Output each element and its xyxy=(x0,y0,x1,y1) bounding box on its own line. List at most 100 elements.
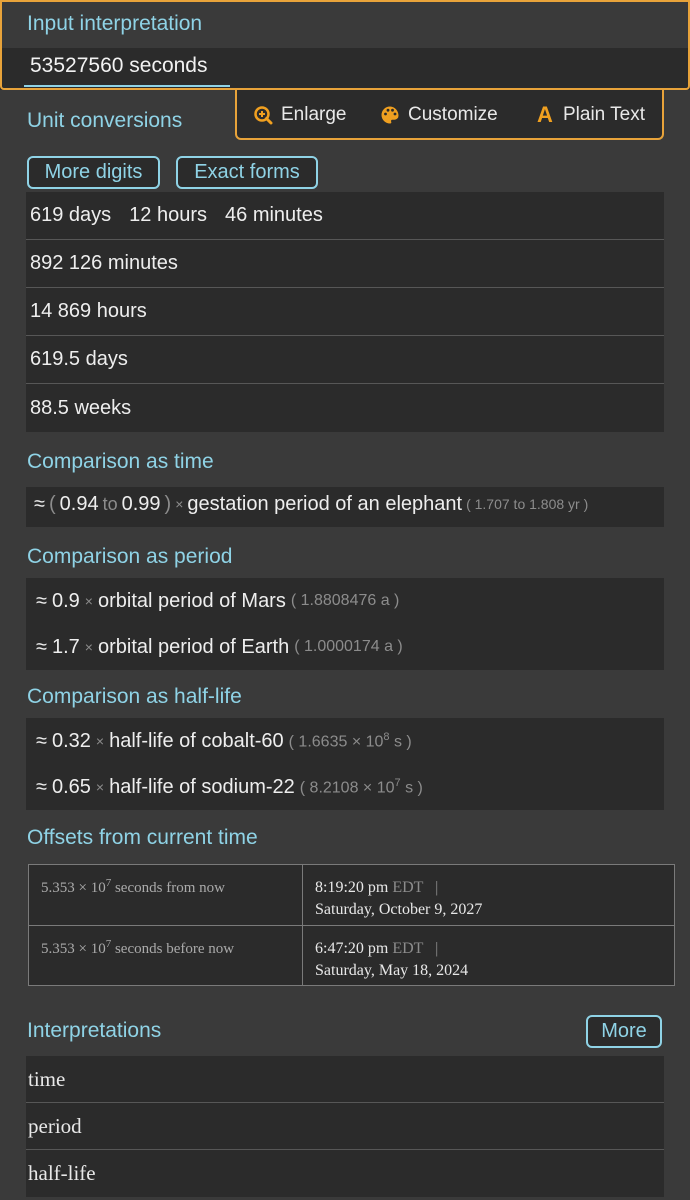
unit-conversions-chip-row: More digits Exact forms xyxy=(0,150,690,198)
unit-conversion-row: 619 days 12 hours 46 minutes xyxy=(26,192,664,240)
comparison-halflife-header: Comparison as half-life xyxy=(0,674,690,724)
comparison-halflife-title: Comparison as half-life xyxy=(27,685,242,708)
unit-conversions-title: Unit conversions xyxy=(27,109,183,132)
interpretations-more-button[interactable]: More xyxy=(586,1015,662,1048)
comparison-label: gestation period of an elephant xyxy=(187,492,463,515)
enlarge-label: Enlarge xyxy=(281,104,347,125)
times-symbol: × xyxy=(95,779,105,795)
to-word: to xyxy=(102,493,118,514)
comparison-low: 0.94 xyxy=(59,492,99,515)
input-interpretation-row: 53527560 seconds xyxy=(0,48,690,90)
comparison-period-list: ≈ 0.9 × orbital period of Mars ( 1.88084… xyxy=(0,578,690,674)
conversion-minutes: 46 minutes xyxy=(225,204,323,226)
unit-conversions-list-inner: 619 days 12 hours 46 minutes 892 126 min… xyxy=(26,192,664,432)
offset-suffix: seconds from now xyxy=(111,880,225,896)
input-value[interactable]: 53527560 seconds xyxy=(30,54,208,78)
unit-conversions-list: 619 days 12 hours 46 minutes 892 126 min… xyxy=(0,192,690,437)
conversion-hours: 12 hours xyxy=(129,204,208,226)
customize-button[interactable]: Customize xyxy=(380,104,498,126)
comparison-time-list: ≈ ( 0.94 to 0.99 ) × gestation period of… xyxy=(0,487,690,534)
plain-text-button[interactable]: A Plain Text xyxy=(535,102,646,127)
comparison-period-list-inner: ≈ 0.9 × orbital period of Mars ( 1.88084… xyxy=(26,578,664,670)
comparison-range: ( 1.707 to 1.808 yr ) xyxy=(466,496,589,512)
more-digits-label: More digits xyxy=(44,161,143,183)
interpretation-label: period xyxy=(28,1113,82,1138)
interpretations-list-inner: time period half-life xyxy=(26,1056,664,1197)
approx-symbol: ≈ xyxy=(36,729,47,752)
times-symbol: × xyxy=(175,496,184,512)
offset-amount: 5.353 × 107 seconds from now xyxy=(41,877,225,897)
comparison-factor: 1.7 xyxy=(51,635,80,658)
offset-result: 6:47:20 pm EDT | Saturday, May 18, 2024 xyxy=(315,938,468,982)
unit-conversion-row: 88.5 weeks xyxy=(26,384,664,432)
interpretation-item-half-life[interactable]: half-life xyxy=(26,1150,664,1197)
open-paren: ( xyxy=(48,492,56,515)
offset-time: 6:47:20 pm xyxy=(315,940,389,957)
offset-row: 5.353 × 107 seconds from now 8:19:20 pm … xyxy=(29,865,674,925)
times-symbol: × xyxy=(84,593,93,609)
comparison-time-title: Comparison as time xyxy=(27,450,214,473)
comparison-detail: ( 1.8808476 a ) xyxy=(290,592,400,609)
comparison-period-title: Comparison as period xyxy=(27,545,233,568)
conversion-value: 14 869 hours xyxy=(30,300,147,322)
input-interpretation-pod: Input interpretation 53527560 seconds xyxy=(0,0,690,90)
exact-forms-label: Exact forms xyxy=(194,161,300,183)
offset-separator: | xyxy=(435,940,439,957)
interpretation-item-period[interactable]: period xyxy=(26,1103,664,1150)
exact-forms-button[interactable]: Exact forms xyxy=(176,156,318,189)
times-symbol: × xyxy=(95,733,105,749)
plain-text-label: Plain Text xyxy=(563,104,646,125)
offsets-title: Offsets from current time xyxy=(27,826,258,849)
offset-date: Saturday, May 18, 2024 xyxy=(315,962,469,979)
input-interpretation-header: Input interpretation xyxy=(0,0,690,48)
comparison-period-header: Comparison as period xyxy=(0,534,690,584)
comparison-high: 0.99 xyxy=(121,492,161,515)
offset-time: 8:19:20 pm xyxy=(315,879,389,896)
comparison-label: half-life of cobalt-60 xyxy=(109,729,284,752)
comparison-label: orbital period of Mars xyxy=(97,589,286,612)
offset-separator: | xyxy=(435,879,439,896)
comparison-label: half-life of sodium-22 xyxy=(109,775,295,798)
approx-symbol: ≈ xyxy=(36,635,47,658)
detail-unit: s ) xyxy=(389,733,412,751)
plain-text-icon: A xyxy=(537,102,553,127)
detail-unit: s ) xyxy=(400,779,423,797)
offset-timezone: EDT xyxy=(392,940,424,957)
comparison-time-list-inner: ≈ ( 0.94 to 0.99 ) × gestation period of… xyxy=(26,487,664,527)
offset-mantissa: 5.353 × 10 xyxy=(41,880,106,896)
comparison-factor: 0.65 xyxy=(51,775,91,798)
more-label: More xyxy=(601,1020,647,1042)
approx-symbol: ≈ xyxy=(34,492,45,515)
offset-timezone: EDT xyxy=(392,879,424,896)
more-digits-button[interactable]: More digits xyxy=(27,156,160,189)
detail-mantissa: ( 1.6635 × 10 xyxy=(288,733,384,751)
comparison-period-row: ≈ 0.9 × orbital period of Mars ( 1.88084… xyxy=(26,578,664,624)
palette-icon xyxy=(380,105,400,125)
zoom-in-icon xyxy=(253,105,273,125)
offset-result: 8:19:20 pm EDT | Saturday, October 9, 20… xyxy=(315,877,482,921)
comparison-factor: 0.9 xyxy=(51,589,80,612)
conversion-days: 619 days xyxy=(30,204,112,226)
interpretations-title: Interpretations xyxy=(27,1019,162,1042)
approx-symbol: ≈ xyxy=(36,775,47,798)
comparison-halflife-row: ≈ 0.65 × half-life of sodium-22 ( 8.2108… xyxy=(26,764,664,810)
comparison-time-header: Comparison as time xyxy=(0,437,690,487)
close-paren: ) xyxy=(164,492,172,515)
offset-amount: 5.353 × 107 seconds before now xyxy=(41,938,234,958)
comparison-halflife-list-inner: ≈ 0.32 × half-life of cobalt-60 ( 1.6635… xyxy=(26,718,664,810)
unit-conversion-row: 892 126 minutes xyxy=(26,240,664,288)
interpretation-item-time[interactable]: time xyxy=(26,1056,664,1103)
times-symbol: × xyxy=(84,639,93,655)
comparison-detail: ( 1.0000174 a ) xyxy=(294,638,403,655)
offsets-table: 5.353 × 107 seconds from now 8:19:20 pm … xyxy=(28,864,675,986)
comparison-factor: 0.32 xyxy=(51,729,91,752)
conversion-value: 619.5 days xyxy=(30,348,128,370)
comparison-time-row: ≈ ( 0.94 to 0.99 ) × gestation period of… xyxy=(26,487,664,521)
unit-conversion-row: 14 869 hours xyxy=(26,288,664,336)
customize-label: Customize xyxy=(408,104,498,125)
enlarge-button[interactable]: Enlarge xyxy=(253,104,347,126)
comparison-halflife-list: ≈ 0.32 × half-life of cobalt-60 ( 1.6635… xyxy=(0,718,690,814)
offset-suffix: seconds before now xyxy=(111,941,235,957)
conversion-value: 892 126 minutes xyxy=(30,252,178,274)
interpretation-label: half-life xyxy=(28,1161,96,1185)
